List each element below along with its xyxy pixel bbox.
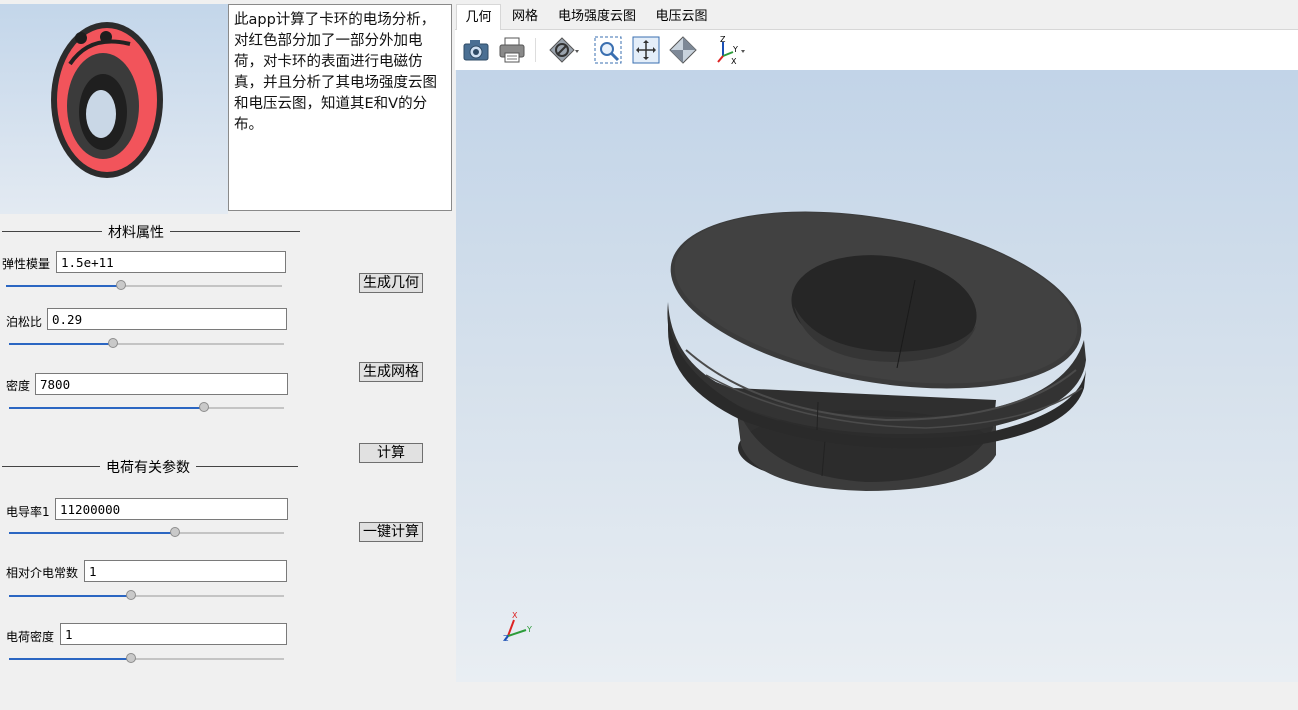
youngs-modulus-input[interactable]: 1.5e+11	[56, 251, 286, 273]
camera-icon[interactable]	[460, 34, 492, 66]
svg-text:Z: Z	[720, 35, 726, 44]
tab-mesh[interactable]: 网格	[504, 4, 546, 29]
svg-text:Y: Y	[732, 45, 738, 54]
slider-thumb[interactable]	[108, 338, 118, 348]
axis-y-label: Y	[527, 625, 532, 634]
app-description: 此app计算了卡环的电场分析，对红色部分加了一部分外加电荷，对卡环的表面进行电磁…	[228, 4, 452, 211]
charge-density-label: 电荷密度	[6, 630, 55, 644]
slider-fill	[9, 407, 204, 409]
density-slider[interactable]	[9, 402, 284, 412]
youngs-modulus-slider[interactable]	[6, 280, 282, 290]
slider-thumb[interactable]	[199, 402, 209, 412]
slider-thumb[interactable]	[116, 280, 126, 290]
tab-field-strength-contour[interactable]: 电场强度云图	[552, 4, 642, 29]
charge-density-input[interactable]: 1	[60, 623, 287, 645]
slider-fill	[6, 285, 121, 287]
generate-geometry-button[interactable]: 生成几何	[359, 273, 423, 293]
zoom-box-icon[interactable]	[592, 34, 624, 66]
generate-mesh-button[interactable]: 生成网格	[359, 362, 423, 382]
axis-x-label: X	[512, 611, 518, 620]
compute-button[interactable]: 计算	[359, 443, 423, 463]
slider-thumb[interactable]	[126, 590, 136, 600]
axis-z-label: Z	[503, 634, 509, 643]
density-input[interactable]: 7800	[35, 373, 288, 395]
status-bar	[0, 682, 1298, 710]
material-section-title: 材料属性	[102, 222, 170, 242]
slider-fill	[9, 343, 113, 345]
conductivity-input[interactable]: 11200000	[55, 498, 288, 520]
density-label: 密度	[6, 379, 31, 393]
svg-text:X: X	[731, 57, 737, 66]
axis-triad: X Y Z	[496, 610, 546, 650]
relative-permittivity-input[interactable]: 1	[84, 560, 287, 582]
view-tabbar: 几何 网格 电场强度云图 电压云图	[455, 4, 1298, 30]
slider-fill	[9, 595, 131, 597]
axis-orientation-icon[interactable]: ZYX	[713, 34, 745, 66]
poisson-ratio-input[interactable]: 0.29	[47, 308, 287, 330]
one-click-compute-button[interactable]: 一键计算	[359, 522, 423, 542]
poisson-ratio-slider[interactable]	[9, 338, 284, 348]
tab-voltage-contour[interactable]: 电压云图	[648, 4, 715, 29]
conductivity-slider[interactable]	[9, 527, 284, 537]
reset-view-icon[interactable]	[667, 34, 699, 66]
conductivity-label: 电导率1	[6, 505, 50, 519]
slider-fill	[9, 532, 175, 534]
hide-icon[interactable]	[548, 34, 580, 66]
poisson-ratio-label: 泊松比	[6, 315, 43, 329]
zoom-extents-icon[interactable]	[630, 34, 662, 66]
slider-thumb[interactable]	[126, 653, 136, 663]
charge-section-title: 电荷有关参数	[100, 457, 196, 477]
charge-density-slider[interactable]	[9, 653, 284, 663]
tab-geometry[interactable]: 几何	[456, 4, 501, 30]
relative-permittivity-label: 相对介电常数	[6, 566, 79, 580]
toolbar-separator	[535, 38, 536, 62]
slider-thumb[interactable]	[170, 527, 180, 537]
model-thumbnail	[0, 4, 228, 214]
graphics-viewport[interactable]: X Y Z	[456, 70, 1298, 682]
relative-permittivity-slider[interactable]	[9, 590, 284, 600]
retaining-ring-preview	[51, 22, 163, 178]
youngs-modulus-label: 弹性模量	[2, 257, 51, 271]
graphics-toolbar: ZYX	[455, 30, 1298, 70]
retaining-ring-model	[667, 211, 1086, 491]
print-icon[interactable]	[496, 34, 528, 66]
slider-fill	[9, 658, 131, 660]
